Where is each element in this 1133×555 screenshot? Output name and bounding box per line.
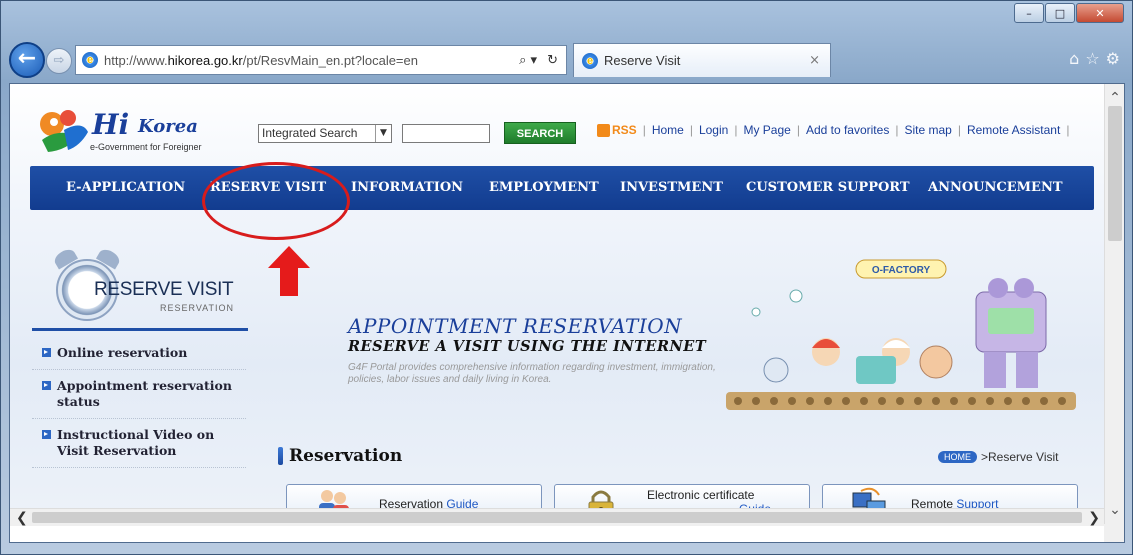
login-link[interactable]: Login <box>699 123 728 137</box>
sidebar-item-label: Online reservation <box>57 345 188 360</box>
nav-employment[interactable]: EMPLOYMENT <box>489 180 599 195</box>
browser-window: – □ ✕ ← ⇨ e http://www.hikorea.go.kr/pt/… <box>0 0 1133 555</box>
sidebar-divider <box>32 328 248 331</box>
banner-subtitle: RESERVE A VISIT USING THE INTERNET <box>348 338 707 355</box>
chevron-down-icon: ▼ <box>375 124 391 142</box>
maximize-button[interactable]: □ <box>1045 3 1075 23</box>
settings-gear-icon[interactable]: ⚙ <box>1106 49 1120 68</box>
scroll-right-icon[interactable]: ❯ <box>1088 510 1100 526</box>
sidebar-subtitle: RESERVATION <box>160 303 235 313</box>
back-button[interactable]: ← <box>9 42 45 78</box>
logo-hi-text: Hi <box>92 108 130 141</box>
logo-tagline: e-Government for Foreigner <box>90 142 202 152</box>
logo-korea-text: Korea <box>138 116 198 137</box>
browser-toolbar: ← ⇨ e http://www.hikorea.go.kr/pt/ResvMa… <box>1 31 1132 83</box>
minimize-button[interactable]: – <box>1014 3 1044 23</box>
rss-link[interactable]: RSS <box>612 123 637 137</box>
sidebar-item-reservation-status[interactable]: Appointment reservation status <box>32 370 246 419</box>
breadcrumb: HOME >Reserve Visit <box>938 450 1058 464</box>
highlight-circle <box>202 162 350 240</box>
sidebar-title: RESERVE VISIT <box>94 279 234 300</box>
nav-investment[interactable]: INVESTMENT <box>620 180 723 195</box>
browser-right-tools: ⌂ ☆ ⚙ <box>1069 49 1120 68</box>
close-tab-icon[interactable]: × <box>809 53 820 68</box>
url-text: http://www.hikorea.go.kr/pt/ResvMain_en.… <box>104 52 418 68</box>
breadcrumb-home[interactable]: HOME <box>938 451 977 463</box>
remote-assistant-link[interactable]: Remote Assistant <box>967 123 1060 137</box>
sidebar-item-online-reservation[interactable]: Online reservation <box>32 337 246 370</box>
hikorea-logo[interactable]: Hi Korea e-Government for Foreigner <box>38 106 228 156</box>
tab-reserve-visit[interactable]: e Reserve Visit × <box>573 43 831 77</box>
refresh-icon[interactable]: ↻ <box>547 53 558 68</box>
factory-label: O-FACTORY <box>872 265 931 276</box>
sidebar-item-label: Instructional Video on Visit Reservation <box>57 427 215 458</box>
forward-button[interactable]: ⇨ <box>46 48 72 74</box>
tab-title: Reserve Visit <box>604 53 681 68</box>
vertical-scrollbar[interactable]: ⌃ ⌄ <box>1104 84 1124 526</box>
factory-illustration: O-FACTORY <box>726 259 1076 410</box>
red-up-arrow-icon <box>268 246 310 296</box>
home-icon[interactable]: ⌂ <box>1069 49 1079 68</box>
arrow-bullet-icon <box>42 381 51 390</box>
my-page-link[interactable]: My Page <box>743 123 790 137</box>
horizontal-scrollbar[interactable]: ❮ ❯ <box>10 508 1106 526</box>
favorites-star-icon[interactable]: ☆ <box>1085 49 1099 68</box>
address-bar[interactable]: e http://www.hikorea.go.kr/pt/ResvMain_e… <box>75 45 567 75</box>
ie-icon: e <box>82 52 98 68</box>
section-title: Reservation <box>278 446 402 466</box>
main-nav: E-APPLICATION RESERVE VISIT INFORMATION … <box>30 166 1094 210</box>
web-page: Hi Korea e-Government for Foreigner Inte… <box>10 84 1106 526</box>
nav-information[interactable]: INFORMATION <box>351 180 463 195</box>
top-links: RSS | Home | Login | My Page | Add to fa… <box>597 123 1075 137</box>
arrow-bullet-icon <box>42 430 51 439</box>
search-scope-select[interactable]: Integrated Search ▼ <box>258 123 392 143</box>
page-viewport: Hi Korea e-Government for Foreigner Inte… <box>9 83 1125 543</box>
sidebar-menu: Online reservation Appointment reservati… <box>32 337 246 468</box>
scroll-up-icon[interactable]: ⌃ <box>1105 90 1124 106</box>
rss-icon <box>597 123 610 137</box>
nav-announcement[interactable]: ANNOUNCEMENT <box>928 180 1063 195</box>
breadcrumb-current: >Reserve Visit <box>981 450 1059 464</box>
banner-description: G4F Portal provides comprehensive inform… <box>348 362 716 385</box>
tab-ie-icon: e <box>582 52 598 69</box>
nav-customer-support[interactable]: CUSTOMER SUPPORT <box>746 180 910 195</box>
banner-title: APPOINTMENT RESERVATION <box>348 314 683 338</box>
scroll-left-icon[interactable]: ❮ <box>16 510 28 526</box>
nav-e-application[interactable]: E-APPLICATION <box>66 180 185 195</box>
arrow-bullet-icon <box>42 348 51 357</box>
search-bar: Integrated Search ▼ SEARCH <box>258 122 576 144</box>
sidebar-header: RESERVE VISIT RESERVATION <box>34 246 248 333</box>
search-input[interactable] <box>402 123 490 143</box>
window-controls: – □ ✕ <box>1014 3 1124 23</box>
sidebar-item-instructional-video[interactable]: Instructional Video on Visit Reservation <box>32 419 246 468</box>
search-button[interactable]: SEARCH <box>504 122 576 144</box>
search-scope-label: Integrated Search <box>262 126 358 140</box>
address-tools: ⌕ ▾ ↻ <box>519 53 566 68</box>
sidebar-item-label: Appointment reservation status <box>57 378 232 409</box>
home-link[interactable]: Home <box>652 123 684 137</box>
add-favorites-link[interactable]: Add to favorites <box>806 123 889 137</box>
logo-mark-icon <box>40 110 88 152</box>
scroll-down-icon[interactable]: ⌄ <box>1105 502 1124 518</box>
search-icon[interactable]: ⌕ ▾ <box>519 53 537 68</box>
close-window-button[interactable]: ✕ <box>1076 3 1124 23</box>
site-map-link[interactable]: Site map <box>904 123 951 137</box>
